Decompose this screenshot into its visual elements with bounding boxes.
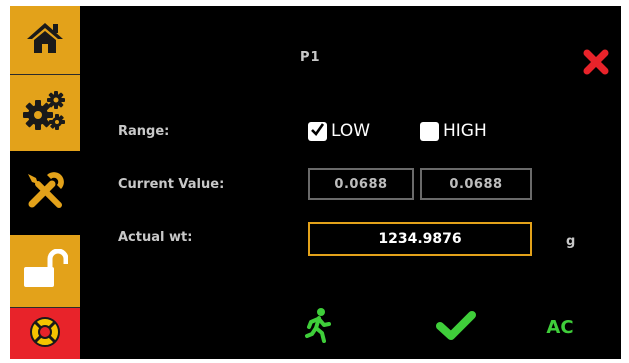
- walk-button[interactable]: [298, 306, 338, 348]
- current-value-low-field: 0.0688: [308, 168, 414, 200]
- gears-icon: [21, 89, 69, 137]
- screenshot-frame: P1 Range: LOW HIGH Current Value: 0.0688…: [0, 0, 629, 363]
- checkmark-icon: [436, 311, 476, 345]
- range-low-checkbox[interactable]: [308, 122, 327, 141]
- sidebar-item-tools[interactable]: [10, 152, 80, 234]
- confirm-button[interactable]: [432, 310, 480, 346]
- home-icon: [25, 20, 65, 60]
- checkmark-icon: [310, 122, 325, 141]
- sidebar-item-help[interactable]: [10, 308, 80, 359]
- sidebar-item-unlock[interactable]: [10, 235, 80, 307]
- range-high-label: HIGH: [443, 121, 487, 141]
- close-icon: [582, 48, 610, 80]
- walking-person-icon: [304, 307, 332, 347]
- page-title: P1: [300, 50, 321, 65]
- lifebuoy-icon: [27, 314, 63, 354]
- actual-wt-label: Actual wt:: [118, 230, 193, 245]
- actual-wt-unit: g: [566, 234, 576, 249]
- ac-button-label: AC: [546, 316, 574, 338]
- range-high-checkbox[interactable]: [420, 122, 439, 141]
- current-value-label: Current Value:: [118, 177, 225, 192]
- device-screen: P1 Range: LOW HIGH Current Value: 0.0688…: [10, 6, 621, 359]
- close-button[interactable]: [578, 46, 614, 82]
- unlock-icon: [22, 248, 69, 293]
- ac-button[interactable]: AC: [540, 312, 580, 342]
- wrench-screwdriver-icon: [23, 169, 67, 217]
- sidebar-item-settings[interactable]: [10, 75, 80, 151]
- range-label: Range:: [118, 124, 170, 139]
- actual-wt-input[interactable]: 1234.9876: [308, 222, 532, 256]
- range-low-label: LOW: [331, 121, 371, 141]
- sidebar: [10, 6, 80, 359]
- current-value-high-field: 0.0688: [420, 168, 532, 200]
- sidebar-item-home[interactable]: [10, 6, 80, 74]
